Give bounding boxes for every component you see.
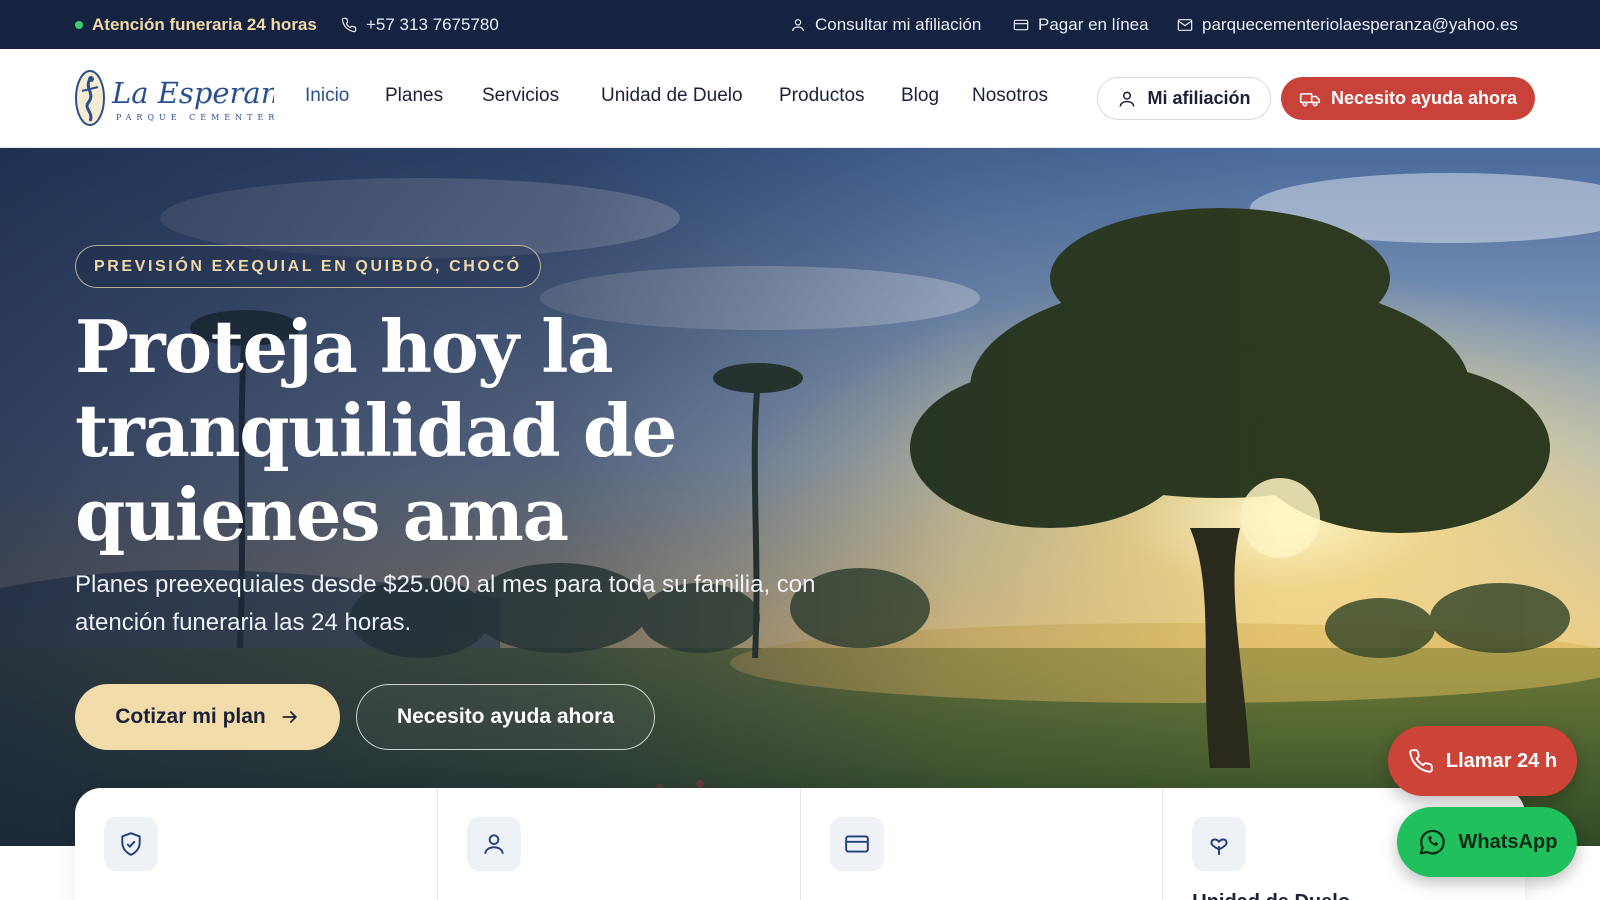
card-icon-box — [829, 817, 884, 871]
nav-item-inicio[interactable]: Inicio — [305, 85, 349, 107]
email-link[interactable]: parquecementeriolaesperanza@yahoo.es — [1177, 0, 1518, 49]
need-help-now-label: Necesito ayuda ahora — [1330, 88, 1518, 108]
phone-icon — [341, 17, 357, 32]
feature-cards: Unidad de Duelo — [75, 788, 1525, 900]
logo-emblem-icon: La Esperanza PARQUE CEMENTERIO — [75, 70, 312, 126]
credit-card-icon — [844, 835, 869, 853]
attention-text: Atención funeraria 24 horas — [92, 14, 317, 34]
pay-online-label: Pagar en línea — [1038, 14, 1149, 34]
whatsapp-label: WhatsApp — [1458, 830, 1558, 853]
attention-status: Atención funeraria 24 horas — [75, 0, 317, 49]
feature-card[interactable] — [75, 788, 438, 900]
hero-help-button[interactable]: Necesito ayuda ahora — [356, 684, 655, 750]
quote-plan-button[interactable]: Cotizar mi plan — [75, 684, 340, 750]
consult-affiliation-label: Consultar mi afiliación — [815, 14, 982, 34]
user-icon — [1120, 91, 1135, 107]
card-icon-box — [466, 817, 521, 871]
phone-number: +57 313 7675780 — [366, 14, 499, 34]
hearse-icon — [1299, 92, 1321, 107]
email-address: parquecementeriolaesperanza@yahoo.es — [1202, 14, 1518, 34]
card-icon-box — [1192, 817, 1247, 871]
shield-check-icon — [121, 832, 141, 856]
phone-icon — [1409, 749, 1433, 773]
arrow-right-icon — [282, 711, 297, 723]
call-24h-label: Llamar 24 h — [1445, 749, 1558, 772]
card-icon-box — [104, 817, 158, 871]
hero-subtitle: Planes preexequiales desde $25.000 al me… — [75, 571, 816, 636]
heart-hands-icon — [1210, 838, 1228, 855]
whatsapp-icon — [1419, 829, 1445, 855]
mail-icon — [1177, 18, 1193, 31]
feature-card[interactable] — [438, 788, 801, 900]
pay-online-link[interactable]: Pagar en línea — [1013, 0, 1149, 49]
brand-logo[interactable]: La Esperanza PARQUE CEMENTERIO — [74, 67, 312, 131]
hero-title: Proteja hoy la tranquilidad de quienes a… — [75, 304, 678, 557]
hero-help-label: Necesito ayuda ahora — [396, 705, 615, 728]
whatsapp-button[interactable]: WhatsApp — [1397, 807, 1577, 877]
brand-tagline: PARQUE CEMENTERIO — [116, 113, 274, 122]
nav-item-planes[interactable]: Planes — [385, 85, 443, 107]
nav-item-nosotros[interactable]: Nosotros — [972, 85, 1048, 107]
phone-link[interactable]: +57 313 7675780 — [341, 0, 499, 49]
nav-item-servicios[interactable]: Servicios — [482, 85, 559, 107]
nav-item-blog[interactable]: Blog — [901, 85, 939, 107]
user-icon — [792, 18, 804, 31]
hero-kicker-badge: PREVISIÓN EXEQUIAL EN QUIBDÓ, CHOCÓ — [75, 245, 541, 288]
card-title: Unidad de Duelo — [1192, 891, 1350, 900]
top-info-bar: Atención funeraria 24 horas +57 313 7675… — [0, 0, 1600, 49]
user-icon — [484, 834, 504, 854]
consult-affiliation-link[interactable]: Consultar mi afiliación — [790, 0, 981, 49]
call-24h-button[interactable]: Llamar 24 h — [1388, 726, 1577, 796]
quote-plan-label: Cotizar mi plan — [115, 705, 266, 728]
feature-card[interactable] — [801, 788, 1164, 900]
my-affiliation-label: Mi afiliación — [1147, 88, 1251, 108]
online-status-dot — [75, 20, 83, 29]
credit-card-icon — [1013, 19, 1029, 30]
nav-item-productos[interactable]: Productos — [779, 85, 865, 107]
my-affiliation-button[interactable]: Mi afiliación — [1097, 77, 1271, 120]
brand-name: La Esperanza — [111, 76, 274, 110]
main-navigation: La Esperanza PARQUE CEMENTERIO Inicio Pl… — [0, 49, 1600, 148]
need-help-now-button[interactable]: Necesito ayuda ahora — [1281, 77, 1535, 120]
nav-item-unidad-de-duelo[interactable]: Unidad de Duelo — [601, 85, 743, 107]
